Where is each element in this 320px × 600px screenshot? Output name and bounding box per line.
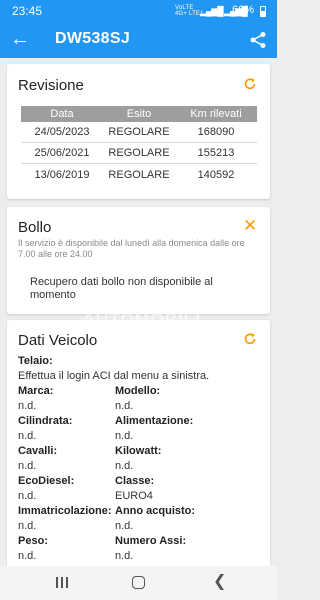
revisione-table: Data Esito Km rilevati 24/05/2023 REGOLA… xyxy=(21,106,257,185)
dati-veicolo-card: Dati Veicolo Telaio: Effettua il login A… xyxy=(7,320,270,572)
back-icon[interactable]: ❮ xyxy=(213,574,226,590)
field-value-numero-assi: n.d. xyxy=(115,550,134,562)
cell-data: 25/06/2021 xyxy=(34,147,90,159)
field-value-telaio: Effettua il login ACI dal menu a sinistr… xyxy=(18,370,210,382)
cell-esito: REGOLARE xyxy=(108,168,170,181)
field-value-modello: n.d. xyxy=(115,400,134,412)
table-row: 24/05/2023 REGOLARE 168090 xyxy=(21,122,257,143)
bollo-availability-note: Il servizio è disponibile dal lunedì all… xyxy=(18,238,245,259)
status-bar: 23:45 VoLTE 4G+ LTE1 ▂▄▆█ ▂▄▆█ 60% xyxy=(0,0,277,22)
field-label-classe: Classe: xyxy=(115,475,155,487)
revisione-title: Revisione xyxy=(18,77,84,94)
field-value-peso: n.d. xyxy=(18,550,37,562)
battery-icon xyxy=(260,6,266,17)
system-nav-bar: ❮ xyxy=(0,566,277,600)
table-row: 25/06/2021 REGOLARE 155213 xyxy=(21,143,257,164)
status-time: 23:45 xyxy=(12,4,43,18)
bollo-title: Bollo xyxy=(18,219,52,236)
field-label-marca: Marca: xyxy=(18,385,54,397)
field-value-cilindrata: n.d. xyxy=(18,430,37,442)
field-value-marca: n.d. xyxy=(18,400,37,412)
cell-km: 168090 xyxy=(197,126,235,138)
field-label-immatricolazione: Immatricolazione: xyxy=(18,505,112,517)
dati-veicolo-title: Dati Veicolo xyxy=(18,332,98,349)
cell-data: 13/06/2019 xyxy=(34,168,90,181)
field-label-modello: Modello: xyxy=(115,385,161,397)
cell-esito: REGOLARE xyxy=(108,147,170,159)
close-icon[interactable]: ✕ xyxy=(243,217,257,234)
arrow-back-icon[interactable]: ← xyxy=(10,28,30,50)
refresh-icon[interactable] xyxy=(243,77,257,91)
refresh-icon[interactable] xyxy=(243,332,257,346)
home-icon[interactable] xyxy=(132,576,145,589)
battery-percent: 60% xyxy=(232,4,255,16)
app-bar: ← DW538SJ xyxy=(0,22,277,58)
field-value-cavalli: n.d. xyxy=(18,460,37,472)
field-label-telaio: Telaio: xyxy=(18,355,53,367)
share-icon[interactable] xyxy=(249,31,267,49)
column-header-data: Data xyxy=(50,108,74,120)
field-value-anno-acquisto: n.d. xyxy=(115,520,134,532)
field-label-anno-acquisto: Anno acquisto: xyxy=(115,505,196,517)
field-value-kilowatt: n.d. xyxy=(115,460,134,472)
field-label-ecodiesel: EcoDiesel: xyxy=(18,475,75,487)
column-header-km: Km rilevati xyxy=(190,108,242,120)
cell-data: 24/05/2023 xyxy=(34,126,90,138)
page-title: DW538SJ xyxy=(55,30,131,47)
cell-km: 155213 xyxy=(197,147,235,159)
field-label-peso: Peso: xyxy=(18,535,48,547)
field-value-alimentazione: n.d. xyxy=(115,430,134,442)
recents-icon[interactable] xyxy=(56,577,68,588)
field-label-numero-assi: Numero Assi: xyxy=(115,535,187,547)
field-value-immatricolazione: n.d. xyxy=(18,520,37,532)
field-value-ecodiesel: n.d. xyxy=(18,490,37,502)
field-label-alimentazione: Alimentazione: xyxy=(115,415,194,427)
table-row: 13/06/2019 REGOLARE 140592 xyxy=(21,164,257,185)
cell-km: 140592 xyxy=(197,168,235,181)
field-value-classe: EURO4 xyxy=(115,490,153,502)
field-label-cavalli: Cavalli: xyxy=(18,445,58,457)
cell-esito: REGOLARE xyxy=(108,126,170,138)
column-header-esito: Esito xyxy=(126,108,152,120)
table-header: Data Esito Km rilevati xyxy=(21,106,257,122)
revisione-card: Revisione Data Esito Km rilevati 24/05/2… xyxy=(7,64,270,199)
field-label-cilindrata: Cilindrata: xyxy=(18,415,73,427)
field-label-kilowatt: Kilowatt: xyxy=(115,445,162,457)
